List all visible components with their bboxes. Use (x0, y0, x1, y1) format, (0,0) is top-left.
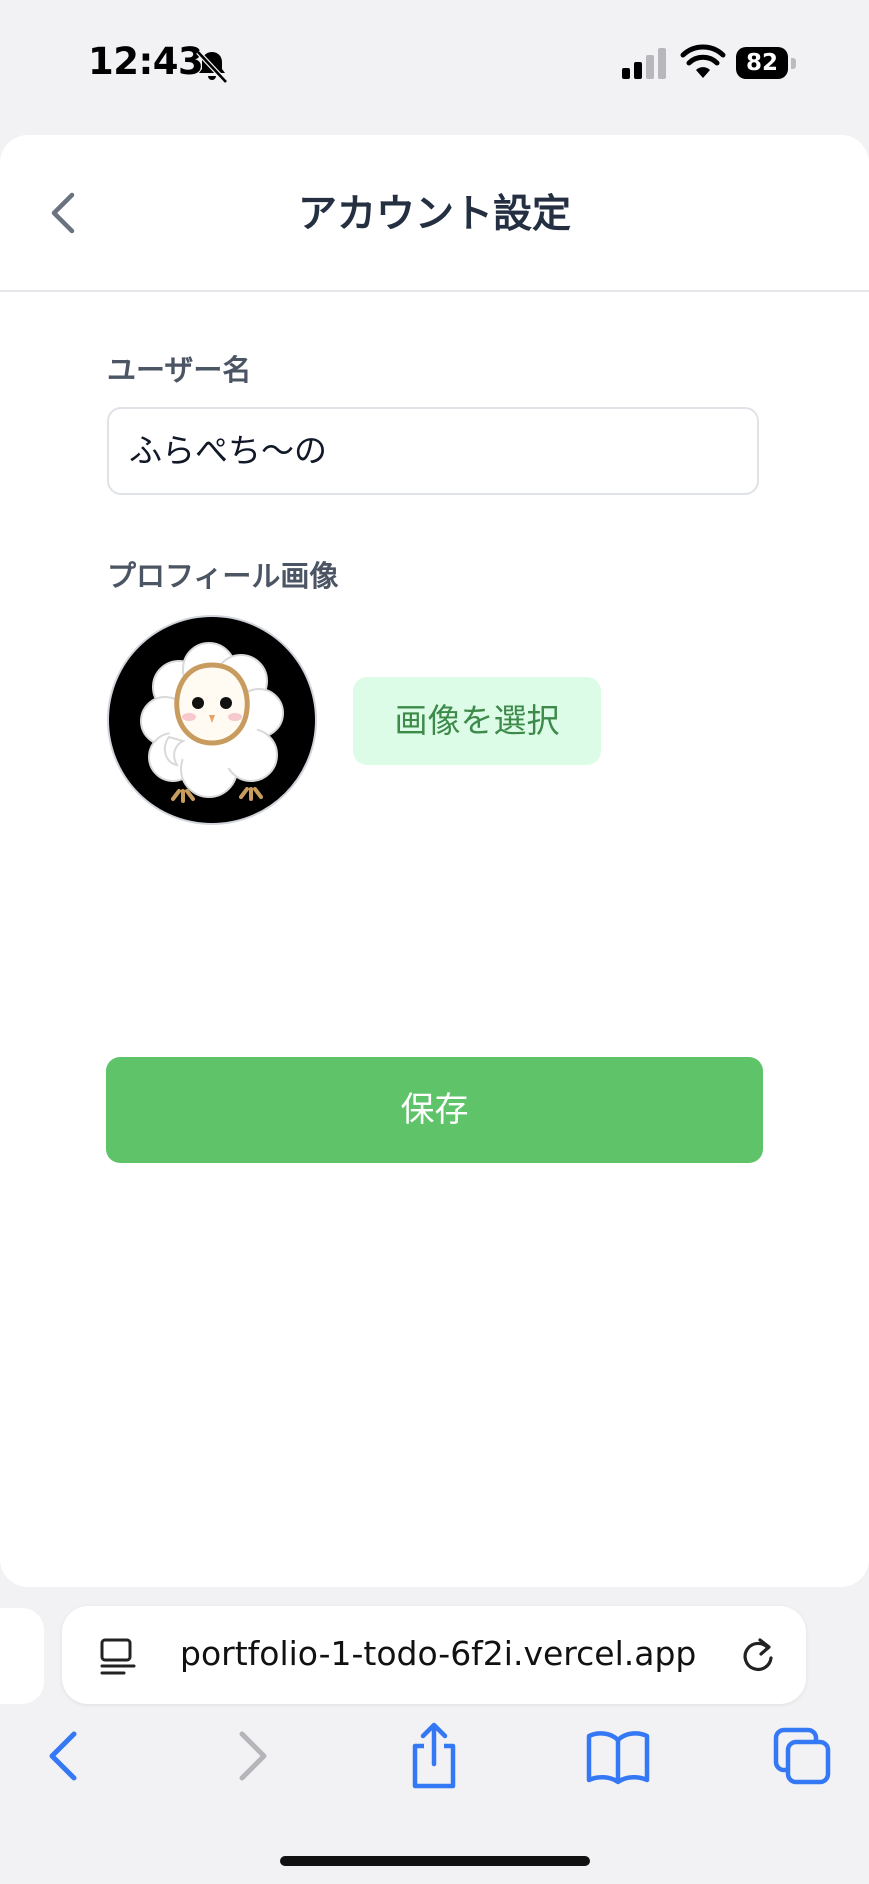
browser-toolbar (0, 1720, 869, 1800)
address-bar[interactable]: portfolio-1-todo-6f2i.vercel.app (62, 1606, 806, 1704)
select-image-button[interactable]: 画像を選択 (353, 677, 601, 765)
bell-slash-icon (196, 50, 228, 84)
book-icon[interactable] (583, 1720, 653, 1792)
page-title: アカウント設定 (297, 192, 571, 237)
battery-indicator: 82 (736, 47, 800, 81)
battery-level: 82 (736, 47, 788, 79)
cellular-signal-icon (622, 48, 666, 79)
back-nav-icon[interactable] (30, 1720, 100, 1792)
status-time: 12:43 (88, 40, 204, 83)
url-text[interactable]: portfolio-1-todo-6f2i.vercel.app (180, 1634, 696, 1673)
owl-avatar-image (140, 642, 284, 803)
username-input[interactable]: ふらぺち〜の (107, 407, 759, 495)
battery-nub (791, 58, 796, 69)
avatar[interactable] (107, 615, 317, 825)
share-icon[interactable] (399, 1720, 469, 1792)
previous-tab-peek[interactable] (0, 1608, 44, 1704)
tabs-icon[interactable] (768, 1720, 838, 1792)
status-bar: 12:43 82 (0, 0, 869, 130)
page-header: アカウント設定 (0, 135, 869, 292)
save-button[interactable]: 保存 (106, 1057, 763, 1163)
profile-image-label: プロフィール画像 (107, 559, 339, 593)
reload-icon[interactable] (738, 1634, 778, 1676)
reader-icon[interactable] (98, 1636, 138, 1676)
account-settings-page: アカウント設定 ユーザー名 ふらぺち〜の プロフィール画像 画像を選択 保存 (0, 135, 869, 1587)
username-label: ユーザー名 (107, 353, 252, 387)
wifi-icon (680, 44, 726, 78)
home-indicator (280, 1856, 590, 1866)
forward-nav-icon[interactable] (216, 1720, 286, 1792)
